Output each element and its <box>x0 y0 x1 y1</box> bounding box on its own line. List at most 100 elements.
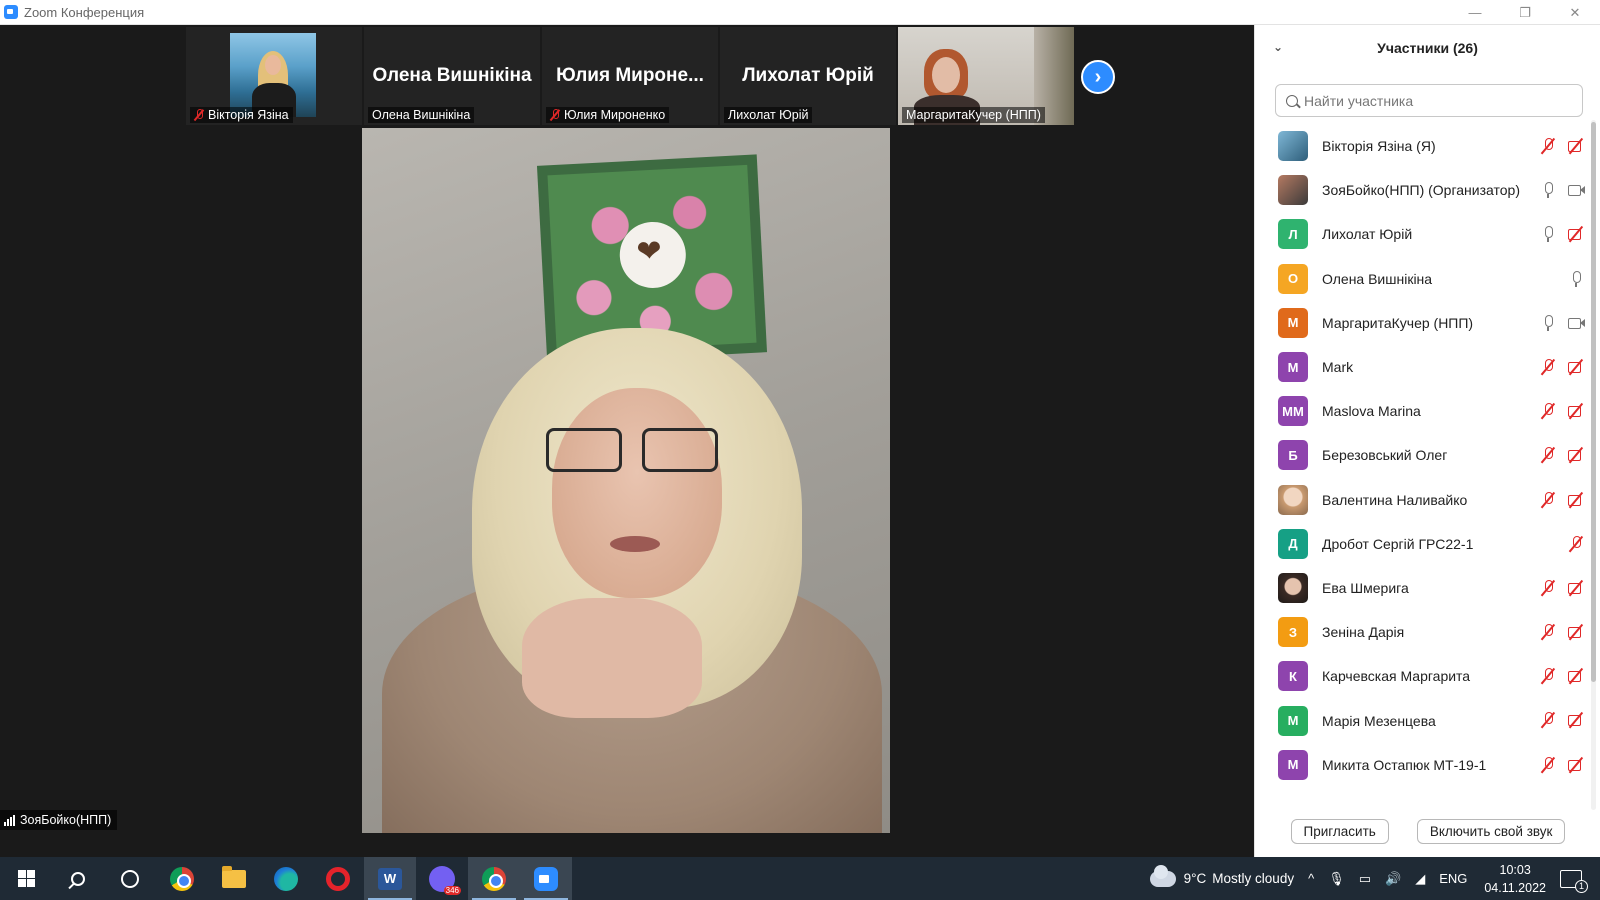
thumbnail-yulia[interactable]: Юлия Мироне... Юлия Мироненко <box>542 27 718 125</box>
taskbar-chrome-profile[interactable] <box>468 857 520 900</box>
video-camera-off-icon <box>1567 491 1585 509</box>
participant-status-icons <box>1539 610 1585 654</box>
language-indicator[interactable]: ENG <box>1439 871 1467 886</box>
weather-temp[interactable]: 9°C <box>1184 871 1207 886</box>
participant-avatar <box>1278 175 1308 206</box>
window-controls: — ❐ ✕ <box>1450 0 1600 25</box>
participant-row[interactable]: Ева Шмерига <box>1255 566 1585 610</box>
participant-row[interactable]: Л Лихолат Юрій <box>1255 212 1585 256</box>
microphone-icon[interactable]: 🎙 <box>1328 871 1345 887</box>
thumbnail-label: Юлия Мироненко <box>546 107 670 123</box>
chrome-icon <box>170 866 194 891</box>
clock[interactable]: 10:03 04.11.2022 <box>1484 861 1546 897</box>
thumbnail-likholat[interactable]: Лихолат Юрій Лихолат Юрій <box>720 27 896 125</box>
video-camera-off-icon <box>1567 137 1585 155</box>
taskbar-zoom[interactable] <box>520 857 572 900</box>
microphone-muted-icon <box>1539 358 1557 376</box>
participant-row[interactable]: М МаргаритаКучер (НПП) <box>1255 301 1585 345</box>
taskbar-word[interactable]: W <box>364 857 416 900</box>
participant-row[interactable]: Д Дробот Сергій ГРС22-1 <box>1255 522 1585 566</box>
participant-search[interactable] <box>1275 84 1583 117</box>
unmute-self-button[interactable]: Включить свой звук <box>1416 818 1566 844</box>
clock-date: 04.11.2022 <box>1484 880 1546 895</box>
participant-name: Лихолат Юрій <box>1322 226 1413 243</box>
participant-row[interactable]: К Карчевская Маргарита <box>1255 654 1585 698</box>
chevron-down-icon[interactable]: ⌄ <box>1273 40 1283 54</box>
video-camera-off-icon <box>1567 402 1585 420</box>
thumbnail-label: Вікторія Язіна <box>190 107 293 123</box>
participant-video <box>230 33 316 117</box>
microphone-muted-icon <box>1539 667 1557 685</box>
participants-panel: ⌄ Участники (26) Вікторія Язіна (Я) ЗояБо… <box>1254 25 1600 857</box>
main-speaker-video <box>362 128 890 833</box>
thumbnail-viktoria[interactable]: Вікторія Язіна <box>186 27 362 125</box>
participant-row[interactable]: М Марія Мезенцева <box>1255 698 1585 742</box>
participant-status-icons <box>1539 124 1585 168</box>
next-page-button[interactable]: › <box>1081 60 1115 94</box>
participant-avatar: М <box>1278 307 1308 338</box>
search-icon <box>71 871 85 886</box>
thumbnail-big-name: Лихолат Юрій <box>742 65 874 86</box>
participant-row[interactable]: MM Maslova Marina <box>1255 389 1585 433</box>
taskbar-viber[interactable]: 346 <box>416 857 468 900</box>
thumbnail-label: МаргаритаКучер (НПП) <box>902 107 1045 123</box>
microphone-muted-icon <box>1539 402 1557 420</box>
battery-icon[interactable]: ▭ <box>1359 871 1371 887</box>
system-tray: 9°C Mostly cloudy ^ 🎙 ▭ 🔊 ◢ ENG 10:03 04… <box>1149 857 1600 900</box>
participant-row[interactable]: З Зеніна Дарія <box>1255 610 1585 654</box>
participant-name: ЗояБойко(НПП) (Организатор) <box>1322 182 1520 199</box>
participant-status-icons <box>1539 301 1585 345</box>
start-button[interactable] <box>0 857 52 900</box>
thumbnail-label: Лихолат Юрій <box>724 107 813 123</box>
participant-row[interactable]: Валентина Наливайко <box>1255 478 1585 522</box>
participants-list: Вікторія Язіна (Я) ЗояБойко(НПП) (Организ… <box>1255 124 1585 801</box>
participant-avatar: М <box>1278 352 1308 383</box>
microphone-muted-icon <box>1539 579 1557 597</box>
notification-icon[interactable]: 1 <box>1560 869 1588 893</box>
signal-strength-icon <box>4 814 15 826</box>
viber-icon: 346 <box>429 865 461 895</box>
participant-row[interactable]: Б Березовський Олег <box>1255 433 1585 477</box>
participant-status-icons <box>1539 743 1585 787</box>
weather-condition[interactable]: Mostly cloudy <box>1212 871 1294 886</box>
participant-avatar: М <box>1278 705 1308 736</box>
close-button[interactable]: ✕ <box>1550 0 1600 25</box>
cortana-icon <box>121 869 139 888</box>
participant-row[interactable]: ЗояБойко(НПП) (Организатор) <box>1255 168 1585 212</box>
chevron-up-icon[interactable]: ^ <box>1308 871 1314 886</box>
taskbar-search-button[interactable] <box>52 857 104 900</box>
participant-name: Березовський Олег <box>1322 447 1448 464</box>
zoom-app-icon <box>4 5 18 19</box>
cortana-button[interactable] <box>104 857 156 900</box>
microphone-muted-icon <box>1539 623 1557 641</box>
restore-button[interactable]: ❐ <box>1500 0 1550 25</box>
thumbnail-margarita[interactable]: МаргаритаКучер (НПП) <box>898 27 1074 125</box>
thumbnail-olena[interactable]: Олена Вишнікіна Олена Вишнікіна <box>364 27 540 125</box>
participant-name: Марія Мезенцева <box>1322 712 1436 729</box>
speaker-icon[interactable]: 🔊 <box>1385 871 1401 887</box>
taskbar-opera[interactable] <box>312 857 364 900</box>
search-input[interactable] <box>1304 92 1554 109</box>
microphone-icon <box>1539 314 1557 332</box>
participant-name: Maslova Marina <box>1322 403 1421 420</box>
minimize-button[interactable]: — <box>1450 0 1500 25</box>
participant-name: Ева Шмерига <box>1322 579 1409 596</box>
participant-row[interactable]: М Микита Остапюк МТ-19-1 <box>1255 743 1585 787</box>
participant-status-icons <box>1539 522 1585 566</box>
search-icon <box>1286 94 1298 107</box>
participant-row[interactable]: Вікторія Язіна (Я) <box>1255 124 1585 168</box>
video-camera-off-icon <box>1567 358 1585 376</box>
taskbar-chrome[interactable] <box>156 857 208 900</box>
participant-avatar: Д <box>1278 528 1308 559</box>
wifi-icon[interactable]: ◢ <box>1415 871 1425 887</box>
taskbar-explorer[interactable] <box>208 857 260 900</box>
participant-row[interactable]: М Mark <box>1255 345 1585 389</box>
windows-taskbar: W 346 9°C Mostly cloudy ^ 🎙 ▭ 🔊 ◢ ENG 10… <box>0 857 1600 900</box>
invite-button[interactable]: Пригласить <box>1290 818 1389 844</box>
taskbar-edge[interactable] <box>260 857 312 900</box>
participant-status-icons <box>1539 168 1585 212</box>
participants-scrollbar[interactable] <box>1591 120 1596 810</box>
video-camera-off-icon <box>1567 623 1585 641</box>
participant-row[interactable]: О Олена Вишнікіна <box>1255 257 1585 301</box>
window-title: Zoom Конференция <box>24 4 145 20</box>
